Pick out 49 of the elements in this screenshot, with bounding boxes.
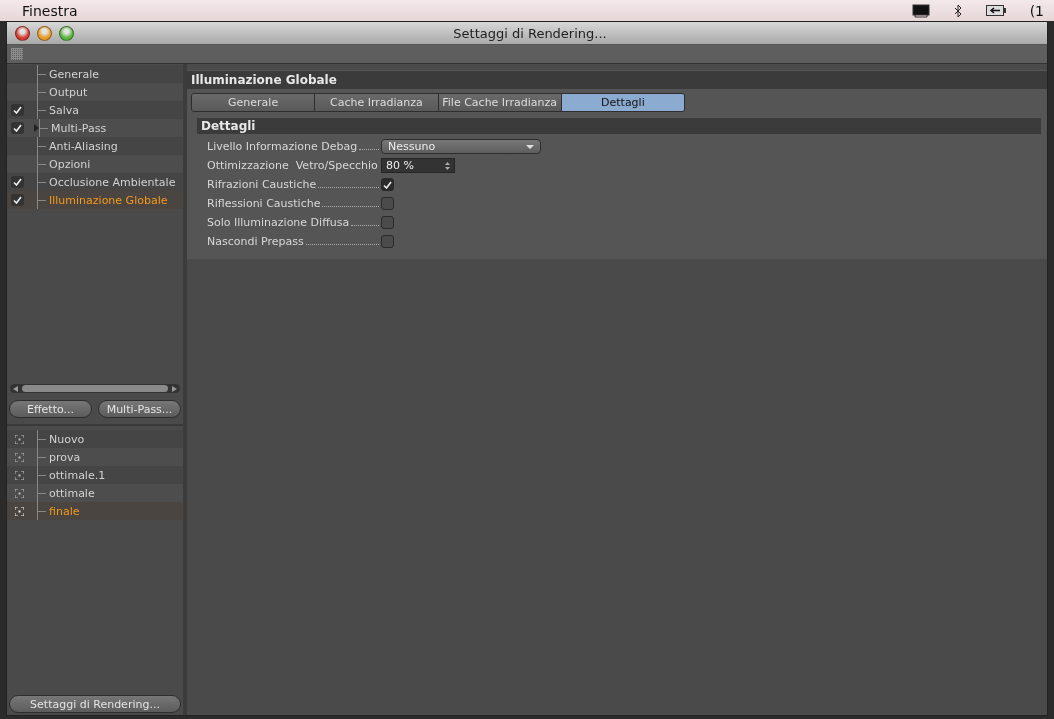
number-field[interactable]: 80 % xyxy=(381,158,455,173)
minimize-button[interactable] xyxy=(37,25,52,41)
battery-percent: (1 xyxy=(1029,2,1044,19)
target-icon[interactable] xyxy=(15,434,24,444)
section-title: Dettagli xyxy=(197,118,1041,134)
preset-item[interactable]: ottimale.1 xyxy=(7,466,183,484)
preset-item[interactable]: finale xyxy=(7,502,183,520)
field-label: Livello Informazione Debag xyxy=(207,140,358,153)
tree-item[interactable]: Salva xyxy=(7,101,183,119)
field-label: Rifrazioni Caustiche xyxy=(207,178,317,191)
field-label: Solo Illuminazione Diffusa xyxy=(207,216,350,229)
check-icon[interactable] xyxy=(11,176,24,188)
tab[interactable]: Dettagli xyxy=(561,94,684,111)
close-button[interactable] xyxy=(15,25,30,41)
tab[interactable]: Cache Irradianza xyxy=(315,94,439,111)
preset-item[interactable]: Nuovo xyxy=(7,430,183,448)
spinner-icon[interactable] xyxy=(445,161,450,170)
menu-title[interactable]: Finestra xyxy=(22,2,78,19)
target-icon[interactable] xyxy=(15,488,24,498)
battery-icon[interactable] xyxy=(985,5,1006,16)
bluetooth-icon[interactable] xyxy=(953,3,962,18)
tree-item[interactable]: Anti-Aliasing xyxy=(7,137,183,155)
checkbox[interactable] xyxy=(381,178,394,191)
window-title: Settaggi di Rendering... xyxy=(452,25,608,41)
field-label: Riflessioni Caustiche xyxy=(207,197,321,210)
check-icon[interactable] xyxy=(11,194,24,206)
checkbox[interactable] xyxy=(381,197,394,210)
grip-icon[interactable] xyxy=(11,48,23,60)
panel-title: Illuminazione Globale xyxy=(187,71,1047,89)
check-icon[interactable] xyxy=(11,122,24,134)
check-icon[interactable] xyxy=(11,104,24,116)
dropdown[interactable]: Nessuno xyxy=(381,139,541,154)
tab[interactable]: Generale xyxy=(192,94,316,111)
target-icon[interactable] xyxy=(15,470,24,480)
field-label: Ottimizzazione Vetro/Specchio xyxy=(207,159,378,172)
display-icon[interactable] xyxy=(911,3,930,18)
render-settings-button[interactable]: Settaggi di Rendering... xyxy=(9,695,181,713)
tab[interactable]: File Cache Irradianza xyxy=(438,94,562,111)
effect-button[interactable]: Multi-Pass... xyxy=(98,400,181,418)
tree-item[interactable]: Illuminazione Globale xyxy=(7,191,183,209)
zoom-button[interactable] xyxy=(59,25,74,41)
checkbox[interactable] xyxy=(381,216,394,229)
scrollbar[interactable] xyxy=(10,384,180,393)
target-icon[interactable] xyxy=(15,452,24,462)
tree-item[interactable]: Generale xyxy=(7,65,183,83)
checkbox[interactable] xyxy=(381,235,394,248)
tree-item[interactable]: Occlusione Ambientale xyxy=(7,173,183,191)
field-label: Nascondi Prepass xyxy=(207,235,304,248)
effect-button[interactable]: Effetto... xyxy=(9,400,92,418)
